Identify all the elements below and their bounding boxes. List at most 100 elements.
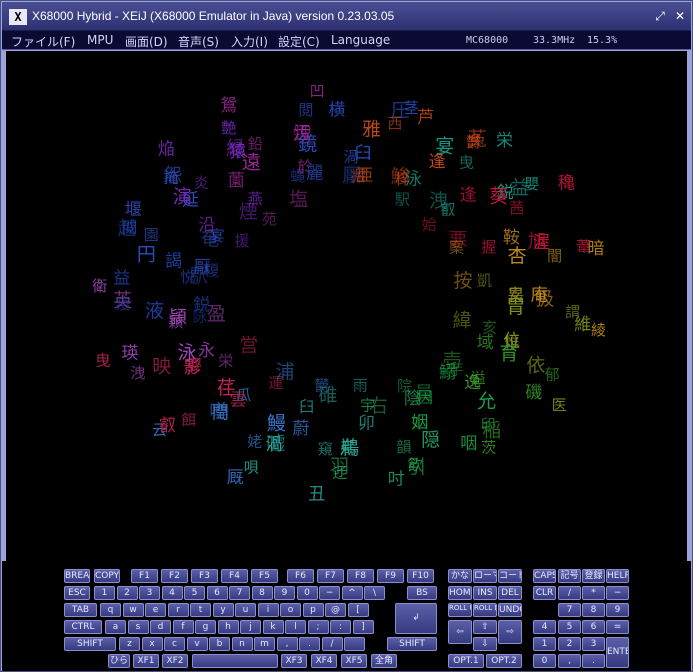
key-o[interactable]: o [280,603,301,617]
key-ctrl[interactable]: CTRL [64,620,102,634]
key-xf5[interactable]: XF5 [341,654,367,668]
key-a[interactable]: a [105,620,126,634]
key-w[interactable]: w [122,603,144,617]
key-1[interactable]: 1 [94,586,115,600]
key-break[interactable]: BREAK [64,569,90,583]
key-j[interactable]: j [240,620,261,634]
key-n[interactable]: n [231,637,253,651]
key-return[interactable]: ↲ [395,603,437,634]
key-zenkaku[interactable]: 全角 [371,654,397,668]
emulator-screen[interactable]: 蝿麗鏡閲横厭渦臼圧茎摺亜雅西芦鯵梓逢菟欝駅泳宴曳栄洩叡鋭益嬰姶逢葵茜穐悪握渥旭葦… [6,51,687,561]
key-tab[interactable]: TAB [64,603,97,617]
key-romaji[interactable]: ローマ [473,569,497,583]
key-caret[interactable]: ^ [341,586,363,600]
key-v[interactable]: v [186,637,208,651]
key-f10[interactable]: F10 [407,569,434,583]
key-yen[interactable]: \ [364,586,385,600]
key-kp4[interactable]: 4 [533,620,556,634]
key-b[interactable]: b [209,637,230,651]
key-kp2[interactable]: 2 [558,637,581,651]
key-kp1[interactable]: 1 [533,637,556,651]
key-p[interactable]: p [302,603,324,617]
key-r[interactable]: r [167,603,189,617]
key-ins[interactable]: INS [473,586,497,600]
key-g[interactable]: g [195,620,216,634]
key-u[interactable]: u [235,603,256,617]
menu-sound[interactable]: 音声(S) [178,33,219,50]
key-9[interactable]: 9 [274,586,295,600]
key-f8[interactable]: F8 [347,569,374,583]
key-right[interactable]: ⇨ [498,620,522,644]
key-colon[interactable]: : [330,620,351,634]
key-minus[interactable]: − [319,586,340,600]
key-xf3[interactable]: XF3 [281,654,307,668]
key-7[interactable]: 7 [229,586,250,600]
key-2[interactable]: 2 [116,586,138,600]
key-kp-dot[interactable]: . [582,654,605,668]
key-kp7[interactable]: 7 [558,603,581,617]
key-f1[interactable]: F1 [131,569,158,583]
key-slash[interactable]: / [321,637,343,651]
key-opt2[interactable]: OPT.2 [486,654,522,668]
key-caps[interactable]: CAPS [533,569,556,583]
key-kp-star[interactable]: * [582,586,605,600]
key-xf1[interactable]: XF1 [133,654,159,668]
key-comma[interactable]: , [276,637,298,651]
key-i[interactable]: i [257,603,279,617]
key-rolldown[interactable]: ROLL DOWN [473,603,497,617]
key-3[interactable]: 3 [139,586,160,600]
key-f3[interactable]: F3 [191,569,218,583]
key-xf4[interactable]: XF4 [311,654,337,668]
key-left[interactable]: ⇦ [448,620,472,644]
key-kp8[interactable]: 8 [582,603,605,617]
close-icon[interactable]: ✕ [673,9,687,23]
menu-settings[interactable]: 設定(C) [278,33,320,50]
key-space[interactable] [192,654,278,668]
key-x[interactable]: x [141,637,163,651]
key-lbracket[interactable]: [ [347,603,369,617]
key-touroku[interactable]: 登録 [582,569,605,583]
key-h[interactable]: h [217,620,239,634]
key-s[interactable]: s [127,620,149,634]
key-help[interactable]: HELP [606,569,629,583]
key-f6[interactable]: F6 [287,569,314,583]
key-5[interactable]: 5 [184,586,205,600]
key-at[interactable]: @ [325,603,346,617]
key-f7[interactable]: F7 [317,569,344,583]
key-q[interactable]: q [100,603,121,617]
app-logo-icon[interactable]: X [9,9,27,25]
key-down[interactable]: ⇩ [473,637,497,651]
key-z[interactable]: z [119,637,140,651]
title-bar[interactable]: X X68000 Hybrid - XEiJ (X68000 Emulator … [2,2,691,31]
key-copy[interactable]: COPY [94,569,120,583]
key-code[interactable]: コード [498,569,522,583]
key-6[interactable]: 6 [206,586,228,600]
key-8[interactable]: 8 [251,586,273,600]
key-kp9[interactable]: 9 [606,603,629,617]
restore-icon[interactable]: ⤢ [653,9,667,23]
key-shift-r[interactable]: SHIFT [387,637,437,651]
menu-file[interactable]: ファイル(F) [11,33,75,50]
key-xf2[interactable]: XF2 [162,654,188,668]
key-opt1[interactable]: OPT.1 [448,654,484,668]
key-rollup[interactable]: ROLL UP [448,603,472,617]
key-f[interactable]: f [172,620,194,634]
key-del[interactable]: DEL [498,586,522,600]
key-kp5[interactable]: 5 [558,620,581,634]
key-c[interactable]: c [164,637,185,651]
key-f5[interactable]: F5 [251,569,278,583]
menu-mpu[interactable]: MPU [87,33,113,47]
key-m[interactable]: m [254,637,275,651]
key-home[interactable]: HOME [448,586,472,600]
menu-language[interactable]: Language [331,33,390,47]
key-shift-l[interactable]: SHIFT [64,637,116,651]
key-up[interactable]: ⇧ [473,620,497,634]
key-clr[interactable]: CLR [533,586,556,600]
key-kp-minus[interactable]: − [606,586,629,600]
key-esc[interactable]: ESC [64,586,90,600]
key-enter[interactable]: ENTER [606,637,629,668]
key-period[interactable]: . [299,637,320,651]
key-f2[interactable]: F2 [161,569,188,583]
key-d[interactable]: d [150,620,171,634]
key-rbracket[interactable]: ] [352,620,374,634]
